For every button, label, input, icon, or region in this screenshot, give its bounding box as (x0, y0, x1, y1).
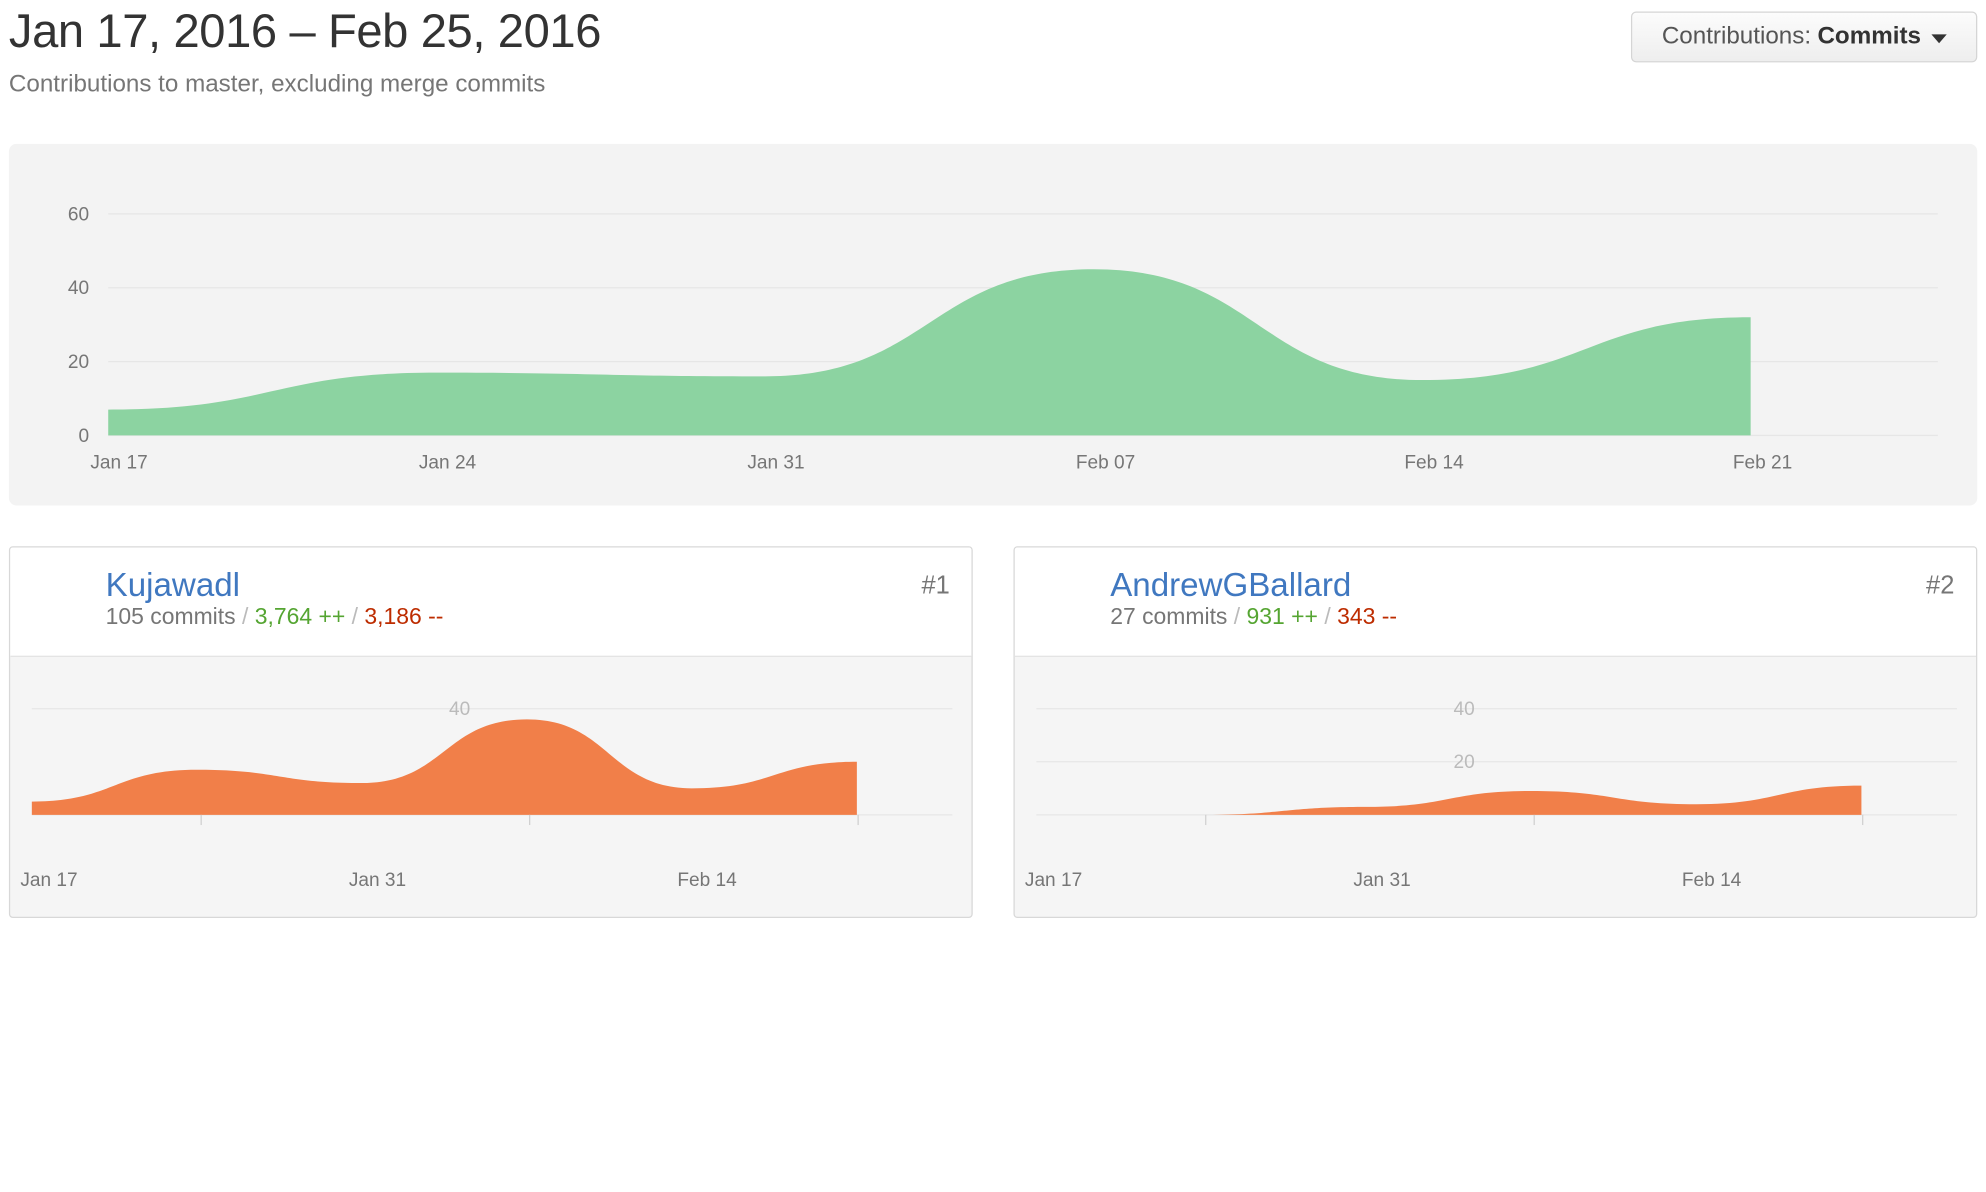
x-tick-label: Feb 14 (677, 870, 737, 891)
y-tick-label: 0 (78, 426, 89, 447)
x-tick-label: Feb 21 (1733, 453, 1792, 474)
contributor-name-link[interactable]: Kujawadl (106, 565, 240, 604)
x-tick-label: Feb 07 (1076, 453, 1135, 474)
contributor-name-link[interactable]: AndrewGBallard (1110, 565, 1351, 604)
contributions-dropdown-button[interactable]: Contributions: Commits (1630, 11, 1978, 63)
x-tick-label: Feb 14 (1682, 870, 1742, 891)
area-series (108, 269, 1751, 436)
area-series (31, 719, 857, 815)
y-tick-label: 40 (1454, 699, 1475, 720)
stats-separator: / (351, 603, 359, 629)
y-tick-label: 20 (1454, 752, 1475, 773)
additions-count: 931 ++ (1246, 603, 1318, 629)
x-tick-label: Jan 24 (419, 453, 477, 474)
contributor-header: Kujawadl 105 commits / 3,764 ++ / 3,186 … (10, 547, 972, 657)
dropdown-label: Contributions: (1661, 22, 1812, 50)
contributor-header: AndrewGBallard 27 commits / 931 ++ / 343… (1014, 547, 1977, 657)
y-tick-label: 20 (68, 352, 89, 373)
dropdown-value: Commits (1817, 22, 1921, 50)
contributor-rank: #1 (921, 571, 950, 600)
x-tick-label: Jan 17 (1025, 870, 1082, 891)
avatar[interactable] (1035, 568, 1099, 632)
y-tick-label: 40 (68, 278, 89, 299)
stats-separator: / (1324, 603, 1331, 629)
x-tick-label: Feb 14 (1404, 453, 1464, 474)
stats-separator: / (241, 603, 249, 629)
commit-count: 27 commits (1110, 603, 1228, 629)
contributor-area-chart[interactable]: 40 20 Jan 17 Jan 31 Feb 14 (1015, 656, 1978, 918)
contributor-area-chart[interactable]: 40 Jan 17 Jan 31 Feb 14 (10, 656, 973, 918)
x-tick-label: Jan 17 (90, 453, 147, 474)
deletions-count: 343 -- (1337, 603, 1397, 629)
x-tick-label: Jan 31 (747, 453, 804, 474)
subtitle: Contributions to master, excluding merge… (8, 71, 546, 99)
x-tick-label: Jan 31 (349, 870, 406, 891)
avatar[interactable] (31, 568, 95, 632)
deletions-count: 3,186 -- (364, 603, 444, 629)
commits-area-chart[interactable]: 60 40 20 0Jan 17 Jan 24 Jan 31 Feb 07 Feb 14 Feb… (9, 144, 1977, 506)
commits-over-time-panel: 60 40 20 0 Jan 17 Jan 24 Jan 31 Feb 07 Feb 14 Feb… (8, 143, 1978, 506)
contributor-stats: 105 commits / 3,764 ++ / 3,186 -- (106, 603, 444, 630)
x-tick-label: Jan 17 (20, 870, 77, 891)
contributor-rank: #2 (1926, 571, 1955, 600)
additions-count: 3,764 ++ (254, 603, 346, 629)
stats-separator: / (1233, 603, 1241, 629)
y-tick-label: 40 (449, 699, 470, 720)
area-series (1036, 785, 1862, 815)
date-range-title: Jan 17, 2016 – Feb 25, 2016 (8, 5, 602, 58)
y-tick-label: 60 (68, 204, 89, 225)
contributor-card: Kujawadl 105 commits / 3,764 ++ / 3,186 … (8, 546, 973, 918)
chevron-down-icon (1931, 33, 1947, 43)
contributor-card: AndrewGBallard 27 commits / 931 ++ / 343… (1013, 546, 1978, 918)
x-tick-label: Jan 31 (1353, 870, 1410, 891)
contributor-stats: 27 commits / 931 ++ / 343 -- (1110, 603, 1397, 630)
commit-count: 105 commits (105, 603, 236, 629)
